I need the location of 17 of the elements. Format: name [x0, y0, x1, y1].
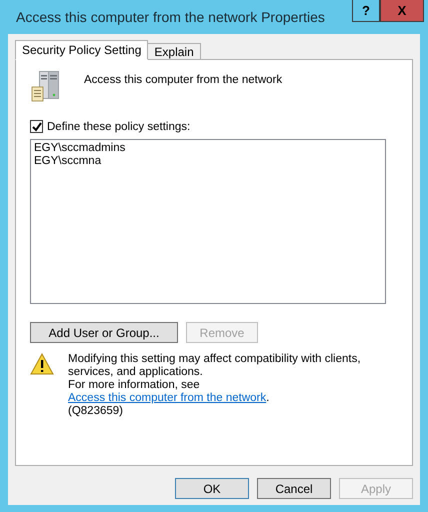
add-user-button[interactable]: Add User or Group...	[30, 322, 178, 343]
server-icon	[30, 70, 62, 102]
account-item[interactable]: EGY\sccmadmins	[34, 142, 382, 155]
checkbox-label: Define these policy settings:	[47, 120, 190, 132]
help-button[interactable]: ?	[352, 0, 380, 22]
checkbox[interactable]	[30, 120, 43, 133]
policy-name: Access this computer from the network	[84, 74, 282, 86]
cancel-button[interactable]: Cancel	[257, 478, 331, 499]
warning-text: Modifying this setting may affect compatibility with clients, services, and applications. For more information, see Access this computer from the network. (Q823659)	[68, 353, 362, 418]
window-title: Access this computer from the network Properties	[16, 9, 325, 25]
account-item[interactable]: EGY\sccmna	[34, 155, 382, 168]
tab[interactable]: Security Policy Setting	[15, 40, 148, 60]
close-button[interactable]: X	[380, 0, 424, 22]
ok-button[interactable]: OK	[175, 478, 249, 499]
policy-link[interactable]: Access this computer from the network	[68, 392, 266, 404]
warning-icon	[30, 353, 54, 375]
tab[interactable]: Explain	[147, 43, 201, 60]
